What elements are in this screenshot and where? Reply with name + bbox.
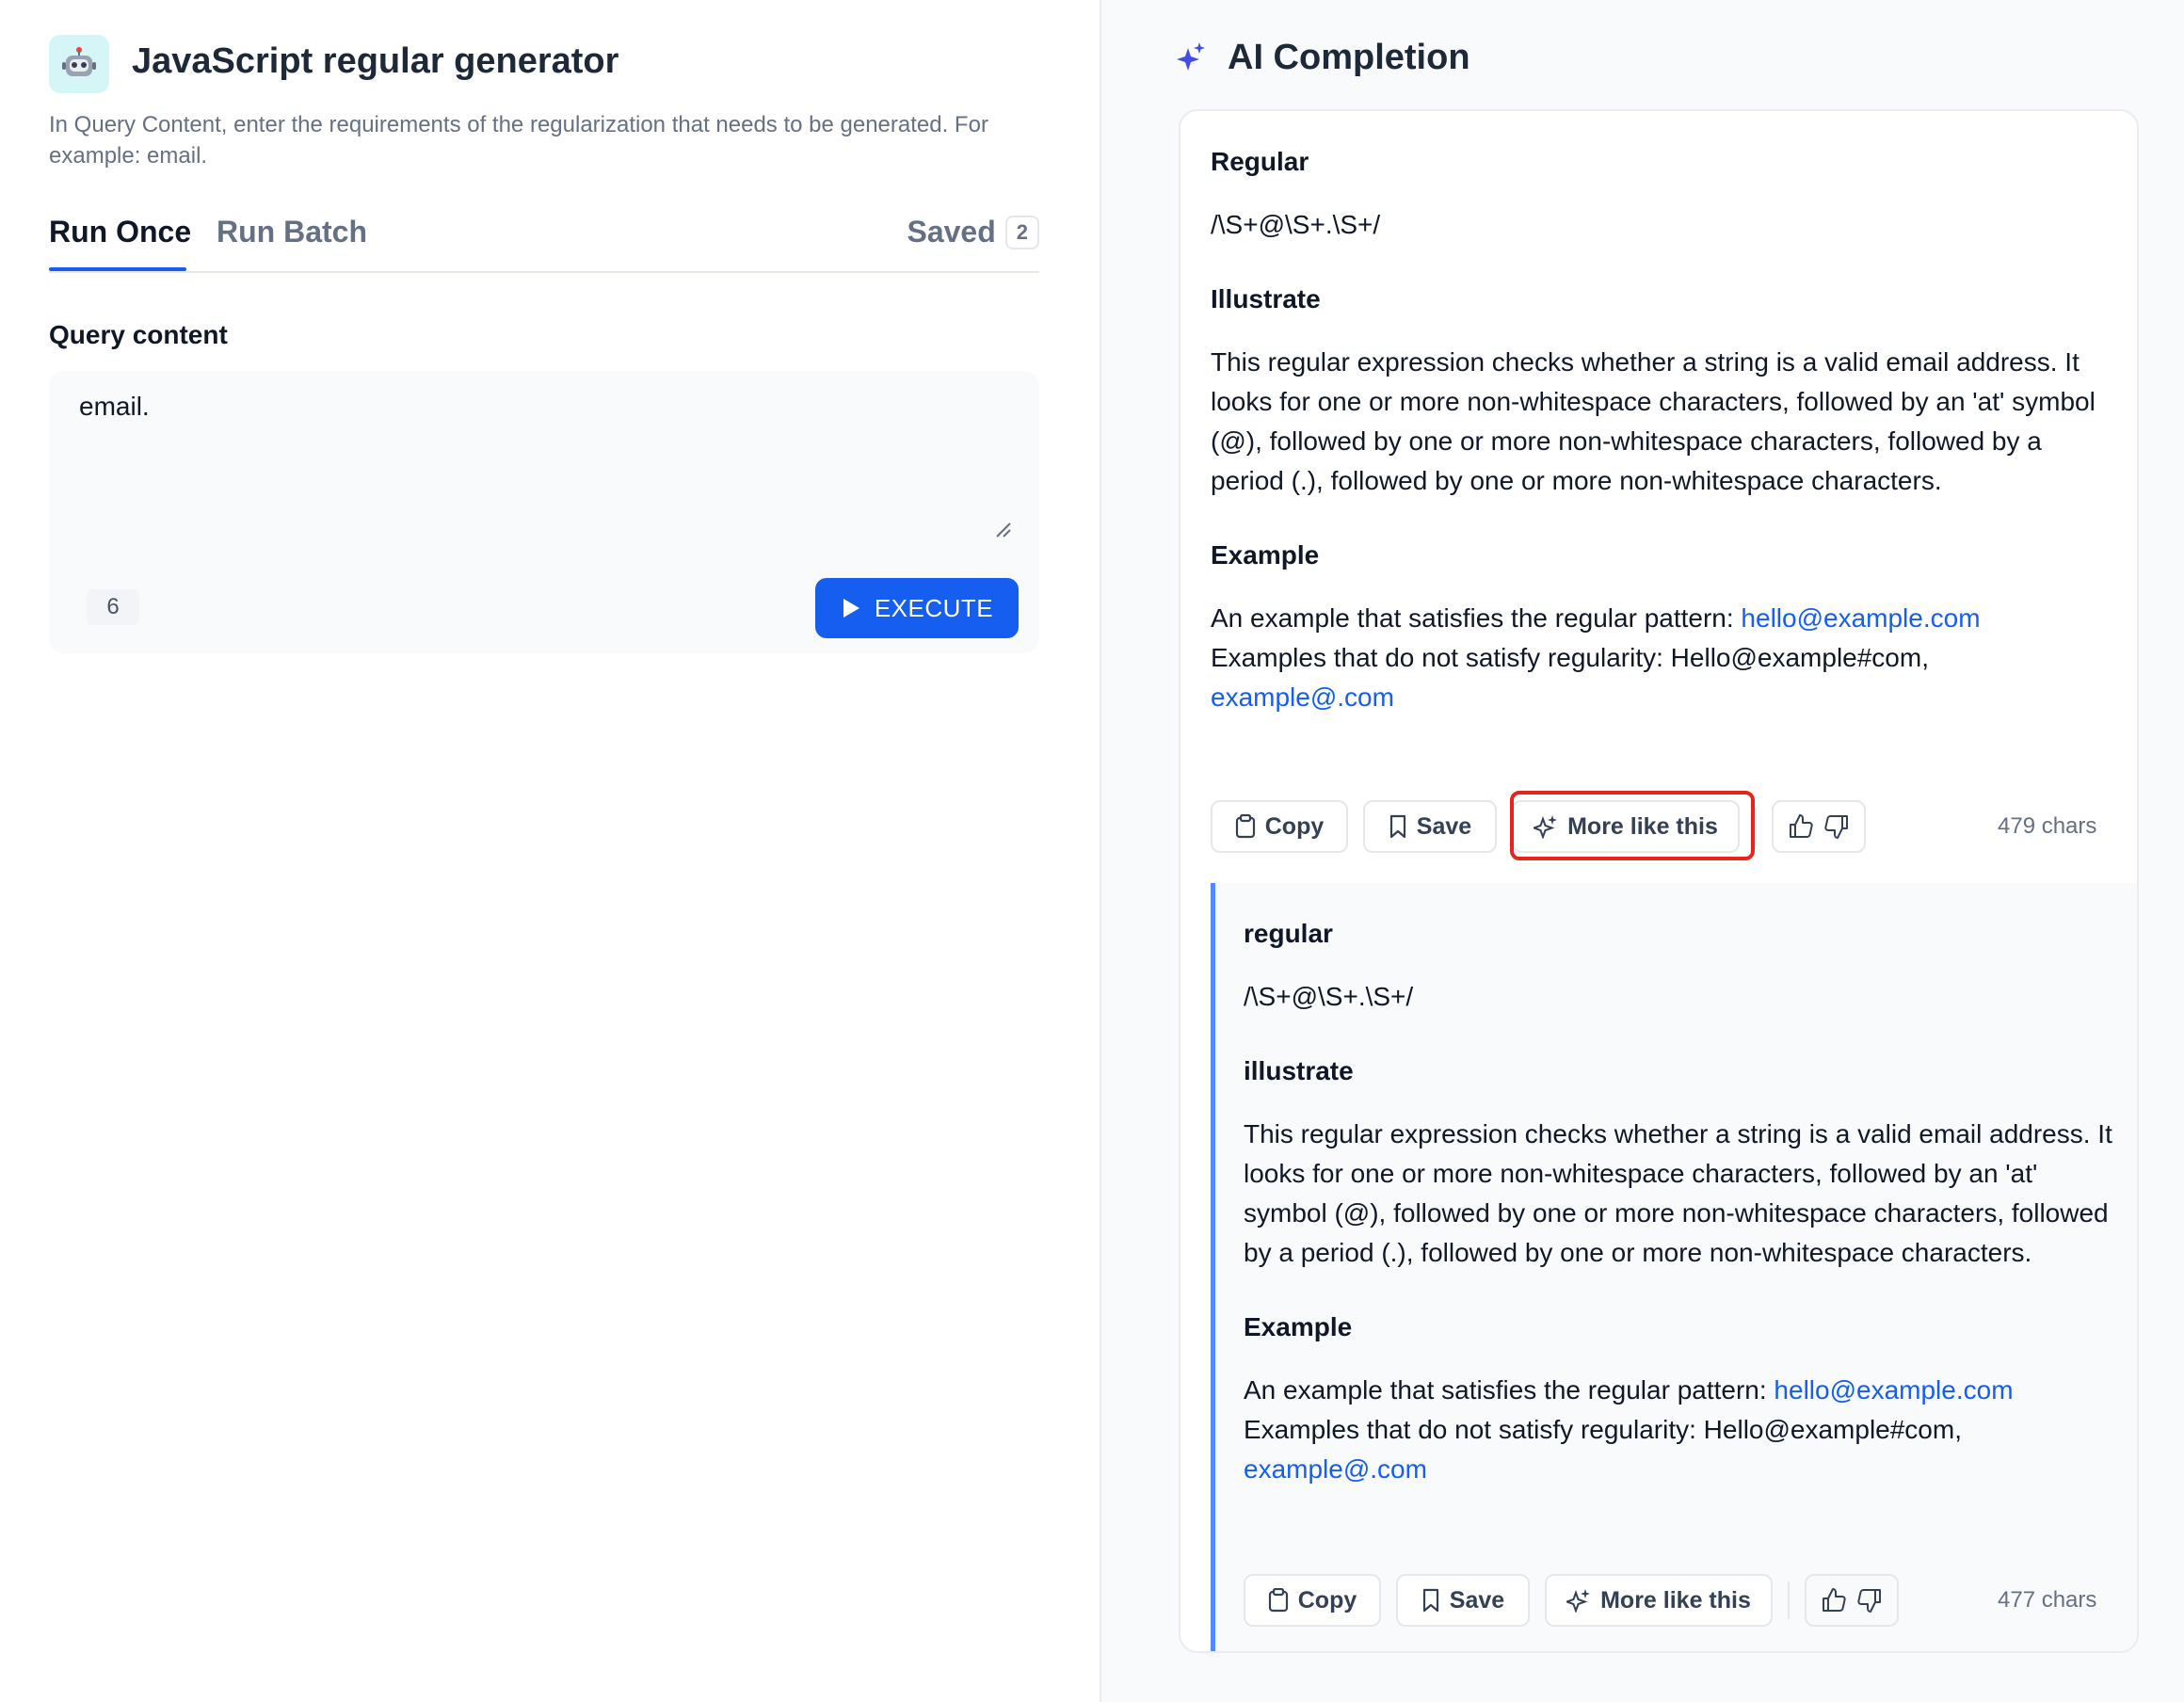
robot-icon [49,35,109,93]
app-description: In Query Content, enter the requirements… [49,112,988,169]
tab-run-once[interactable]: Run Once [49,215,191,249]
completion-result: Regular /\S+@\S+.\S+/ Illustrate This re… [1211,143,2114,717]
thumbs-down-icon[interactable] [1855,1586,1884,1614]
clipboard-icon [1235,814,1256,839]
char-count-badge: 6 [87,589,139,625]
save-button[interactable]: Save [1363,800,1497,853]
email-link[interactable]: hello@example.com [1774,1375,2013,1405]
saved-label: Saved [907,215,996,249]
run-panel: JavaScript regular generator In Query Co… [0,0,1100,1702]
query-content-input[interactable] [79,392,1020,542]
regex-text: /\S+@\S+.\S+/ [1244,982,1414,1011]
bookmark-icon [1421,1588,1440,1613]
copy-button[interactable]: Copy [1244,1574,1381,1627]
completion-card: Regular /\S+@\S+.\S+/ Illustrate This re… [1179,109,2139,1653]
char-count: 477 chars [1998,1587,2097,1613]
example-text: An example that satisfies the regular pa… [1244,1371,2119,1489]
regex-text: /\S+@\S+.\S+/ [1211,210,1381,239]
completion-title: AI Completion [1228,38,1470,77]
play-icon [841,597,861,619]
regular-heading: regular [1244,919,1333,948]
copy-label: Copy [1264,812,1325,840]
thumbs-down-icon[interactable] [1823,812,1851,841]
divider [1755,808,1757,845]
divider [1788,1582,1790,1619]
sparkle-icon [1566,1588,1591,1613]
saved-count-badge: 2 [1004,215,1039,249]
illustrate-heading: Illustrate [1211,284,1321,313]
clipboard-icon [1268,1588,1289,1613]
illustrate-text: This regular expression checks whether a… [1244,1119,2112,1267]
sparkle-icon [1534,814,1558,839]
more-like-this-button[interactable]: More like this [1545,1574,1773,1627]
example-heading: Example [1244,1312,1353,1341]
example-negative-text: Examples that do not satisfy regularity:… [1244,1415,1962,1444]
completion-panel: AI Completion Regular /\S+@\S+.\S+/ Illu… [1100,0,2184,1702]
more-like-this-button[interactable]: More like this [1512,800,1740,853]
save-button[interactable]: Save [1396,1574,1530,1627]
thumbs-up-icon[interactable] [1820,1586,1848,1614]
result-actions: Copy Save More like this [1244,1574,1899,1627]
thumbs-up-icon[interactable] [1787,812,1815,841]
example-positive-text: An example that satisfies the regular pa… [1244,1375,1774,1405]
example-text: An example that satisfies the regular pa… [1211,599,2114,717]
save-label: Save [1449,1586,1505,1614]
feedback-group [1805,1574,1899,1627]
save-label: Save [1416,812,1472,840]
sparkle-icon [1177,41,1207,74]
run-mode-tabs: Run Once Run Batch Saved 2 [49,215,1039,273]
feedback-group [1772,800,1866,853]
illustrate-text: This regular expression checks whether a… [1211,347,2096,495]
app-title: JavaScript regular generator [132,41,619,81]
execute-button[interactable]: EXECUTE [815,578,1019,638]
completion-header: AI Completion [1177,38,1470,78]
query-content-label: Query content [49,320,228,349]
email-link[interactable]: hello@example.com [1741,603,1980,633]
query-form: 6 EXECUTE [49,371,1039,653]
illustrate-heading: illustrate [1244,1056,1354,1085]
more-like-this-result: regular /\S+@\S+.\S+/ illustrate This re… [1211,883,2137,1651]
copy-label: Copy [1297,1586,1357,1614]
saved-tab[interactable]: Saved 2 [907,215,1039,249]
more-like-this-label: More like this [1600,1586,1751,1614]
example-heading: Example [1211,540,1320,570]
email-link[interactable]: example@.com [1211,682,1394,712]
tab-run-batch[interactable]: Run Batch [217,215,367,249]
active-tab-indicator [49,267,186,271]
resize-handle-icon[interactable] [993,520,1012,538]
bookmark-icon [1389,814,1407,839]
execute-label: EXECUTE [874,593,994,622]
completion-result: regular /\S+@\S+.\S+/ illustrate This re… [1244,915,2119,1489]
result-actions: Copy Save More like this [1211,800,1866,853]
example-negative-text: Examples that do not satisfy regularity:… [1211,643,1929,672]
email-link[interactable]: example@.com [1244,1454,1427,1484]
regular-heading: Regular [1211,147,1309,176]
more-like-this-label: More like this [1567,812,1718,840]
char-count: 479 chars [1998,813,2097,839]
example-positive-text: An example that satisfies the regular pa… [1211,603,1742,633]
copy-button[interactable]: Copy [1211,800,1348,853]
